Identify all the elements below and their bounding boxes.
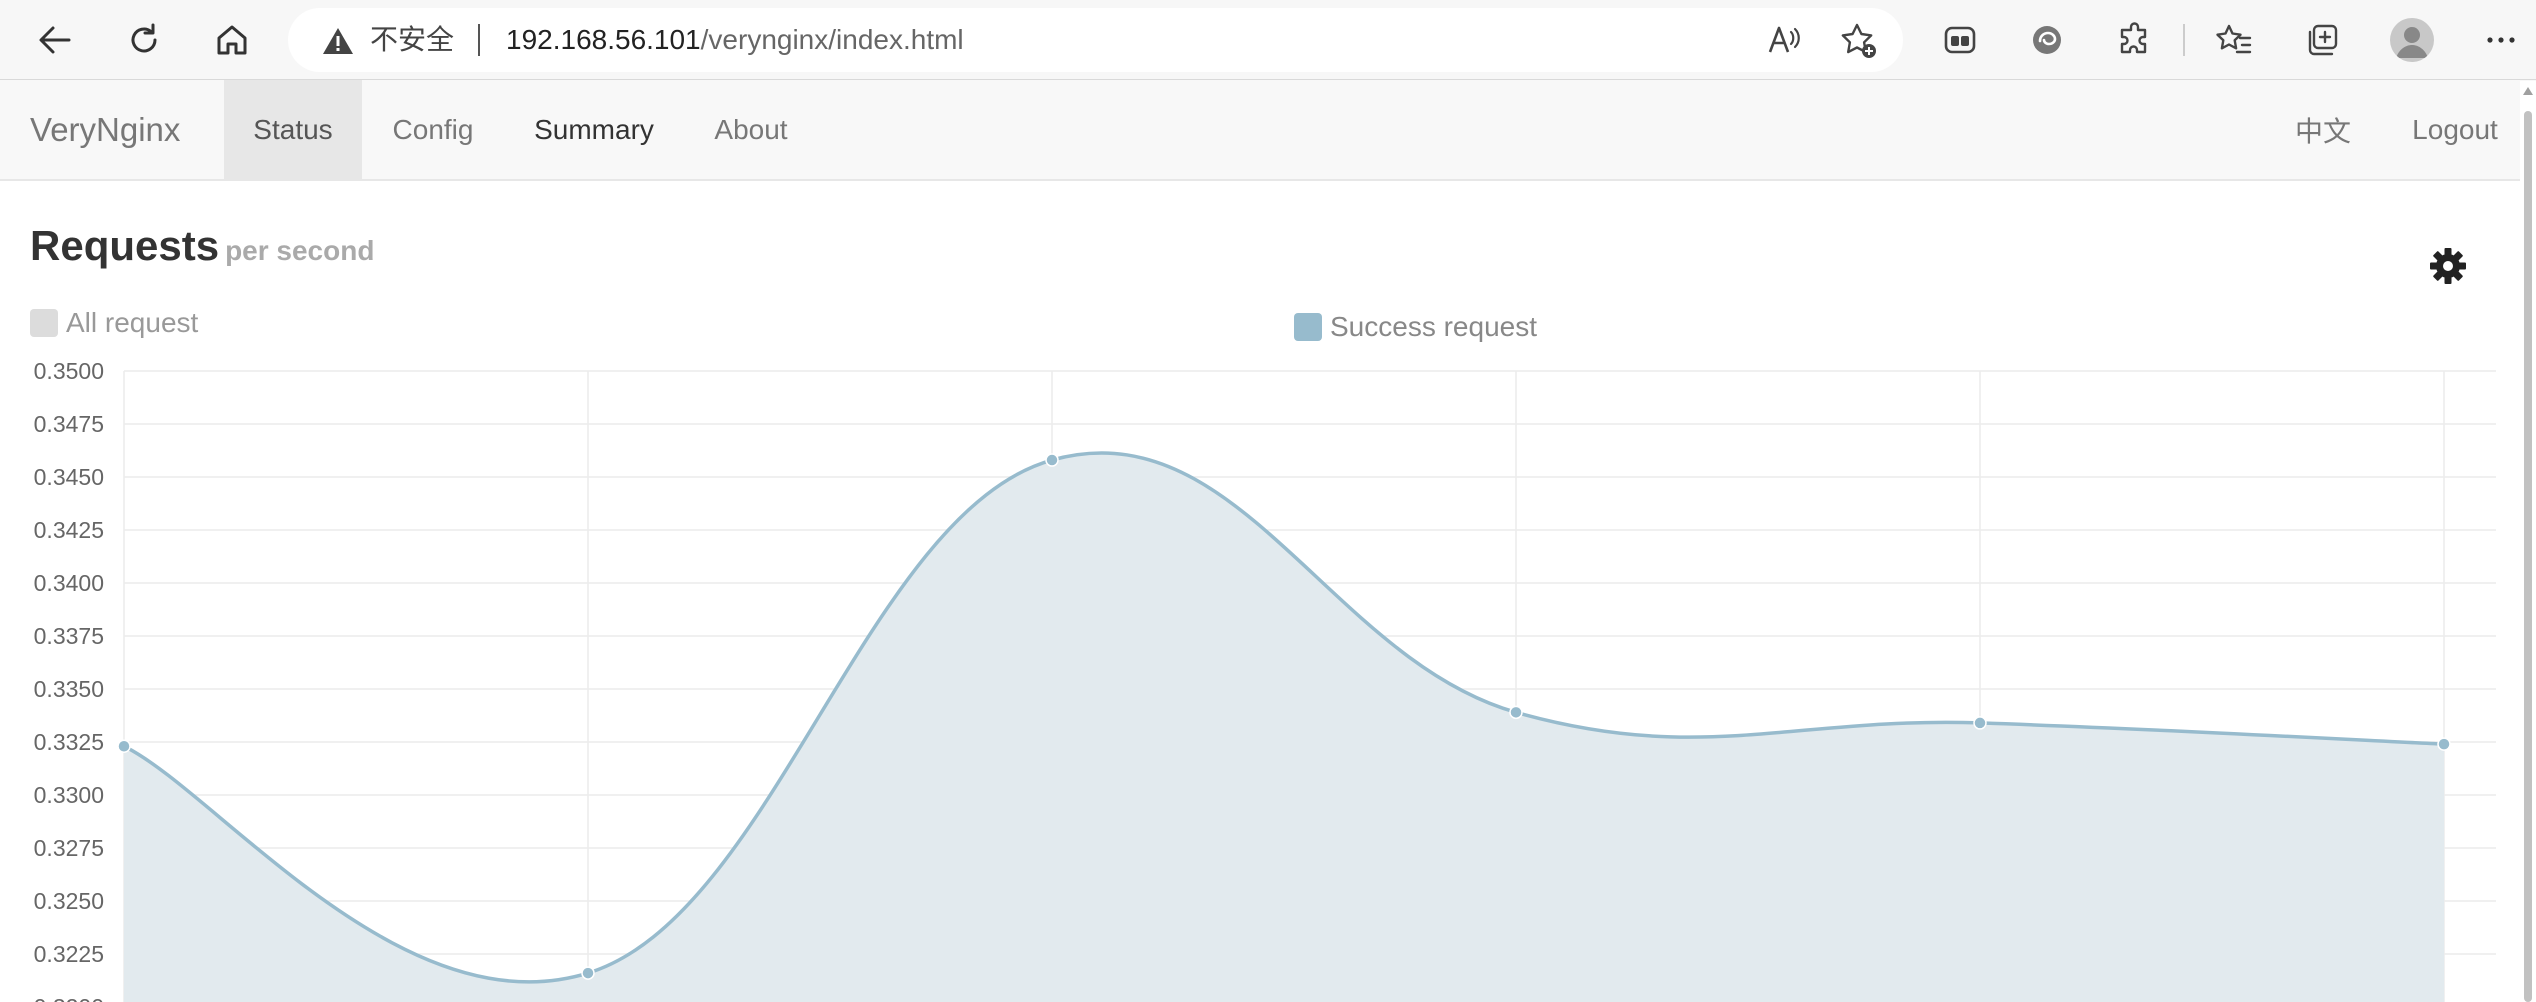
y-tick-label: 0.3400 [34,570,104,596]
page-title: Requests per second [30,222,374,275]
nav-config[interactable]: Config [362,80,504,179]
requests-chart: 0.3500 0.3475 0.3450 0.3425 0.3400 0.3375 0.33… [34,358,2496,1002]
legend-label-success: Success request [1330,311,1537,342]
home-icon [217,25,247,55]
url-text[interactable]: 192.168.56.101/verynginx/index.html [506,26,964,54]
y-tick-label: 0.3325 [34,729,104,755]
y-axis-ticks: 0.3500 0.3475 0.3450 0.3425 0.3400 0.3375 0.33… [34,358,104,1002]
y-tick-label: 0.3250 [34,888,104,914]
favorites-icon [2216,24,2252,54]
legend-swatch-all [30,309,58,337]
address-separator [478,24,480,56]
read-aloud-icon[interactable] [1766,22,1802,58]
y-tick-label: 0.3425 [34,517,104,543]
legend-all-request[interactable]: All request [30,309,198,337]
y-tick-label: 0.3300 [34,782,104,808]
y-tick-label: 0.3350 [34,676,104,702]
data-point [1973,716,1987,730]
y-tick-label: 0.3275 [34,835,104,861]
add-favorite-icon[interactable] [1840,22,1878,60]
browser-toolbar: 不安全 192.168.56.101/verynginx/index.html [0,0,2536,80]
y-tick-label: 0.3475 [34,411,104,437]
extensions-button[interactable] [2111,16,2159,64]
address-bar[interactable]: 不安全 192.168.56.101/verynginx/index.html [288,8,1903,72]
collections-icon [2308,24,2338,56]
data-point [2437,737,2451,751]
page-title-text: Requests [30,222,220,269]
gear-icon[interactable] [2428,246,2468,286]
security-label[interactable]: 不安全 [370,26,454,54]
scrollbar-thumb[interactable] [2524,111,2532,1002]
warning-icon [323,28,353,54]
browser-essentials-icon [2033,26,2061,54]
toolbar-divider [2183,24,2185,56]
data-point [117,739,131,753]
refresh-icon [131,23,157,53]
refresh-button[interactable] [120,16,168,64]
more-button[interactable] [2477,16,2525,64]
profile-icon [2396,27,2428,58]
url-path: /verynginx/index.html [700,24,964,55]
y-tick-label: 0.3500 [34,358,104,384]
brand-logo[interactable]: VeryNginx [30,112,180,148]
chart-series [117,451,2451,1002]
collections-button[interactable] [2298,16,2346,64]
home-button[interactable] [208,16,256,64]
nav-logout[interactable]: Logout [2398,80,2512,179]
data-point [581,966,595,980]
page-subtitle: per second [225,235,375,266]
legend-label-all: All request [66,307,199,338]
workspaces-button[interactable] [1936,16,1984,64]
browser-essentials-button[interactable] [2023,16,2071,64]
y-tick-label: 0.3375 [34,623,104,649]
url-host: 192.168.56.101 [506,24,701,55]
nav-summary[interactable]: Summary [504,80,684,179]
app-navbar: VeryNginx Status Config Summary About 中文… [0,80,2536,181]
back-button[interactable] [31,16,79,64]
data-point [1509,705,1523,720]
more-icon [2487,37,2515,43]
nav-status[interactable]: Status [224,80,362,179]
legend-success-request[interactable]: Success request [1294,313,1537,341]
extensions-icon [2120,22,2147,54]
y-tick-label: 0.3200 [34,994,104,1002]
legend-swatch-success [1294,313,1322,341]
nav-language[interactable]: 中文 [2270,80,2376,179]
profile-button[interactable] [2390,18,2434,62]
favorites-button[interactable] [2210,16,2258,64]
scroll-up-icon[interactable] [2523,87,2533,95]
back-icon [39,26,71,54]
page-scrollbar[interactable] [2520,81,2536,1002]
y-tick-label: 0.3225 [34,941,104,967]
workspaces-icon [1944,26,1976,54]
y-tick-label: 0.3450 [34,464,104,490]
data-point [1045,453,1059,467]
nav-about[interactable]: About [684,80,818,179]
